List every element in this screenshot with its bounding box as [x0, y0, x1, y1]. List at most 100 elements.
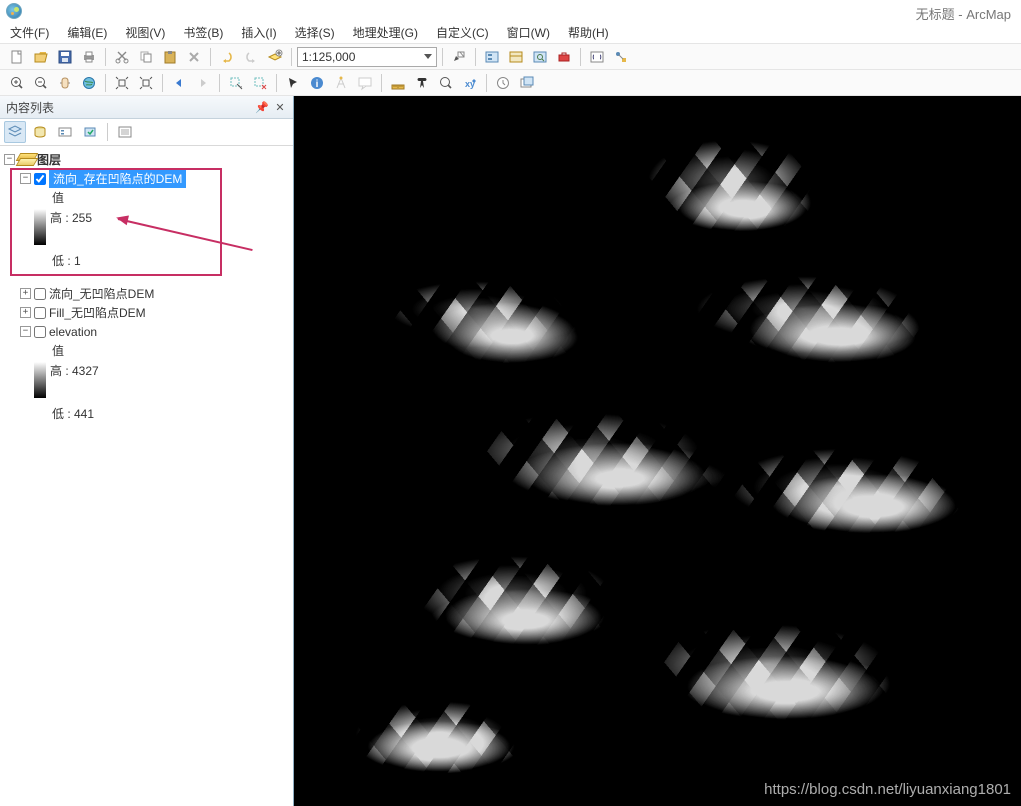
close-icon[interactable]: ✕: [273, 100, 287, 114]
menu-edit[interactable]: 编辑(E): [61, 22, 113, 43]
window-title: 无标题 - ArcMap: [916, 4, 1011, 23]
print-icon[interactable]: [78, 46, 100, 68]
collapse-icon[interactable]: −: [20, 326, 31, 337]
fixed-zoom-out-icon[interactable]: [135, 72, 157, 94]
layer-item[interactable]: − 流向_存在凹陷点的DEM: [4, 169, 289, 188]
titlebar: 无标题 - ArcMap: [0, 0, 1021, 22]
menu-selection[interactable]: 选择(S): [289, 22, 341, 43]
select-elements-icon[interactable]: [282, 72, 304, 94]
zoom-out-icon[interactable]: [30, 72, 52, 94]
pan-icon[interactable]: [54, 72, 76, 94]
toc-root[interactable]: − 图层: [4, 150, 289, 169]
list-by-selection-icon[interactable]: [79, 121, 101, 143]
toc-tools: [0, 119, 293, 146]
scale-value: 1:125,000: [302, 50, 355, 64]
python-window-icon[interactable]: [586, 46, 608, 68]
menu-view[interactable]: 视图(V): [119, 22, 171, 43]
delete-icon[interactable]: [183, 46, 205, 68]
toc-root-label: 图层: [37, 151, 61, 168]
redo-icon[interactable]: [240, 46, 262, 68]
layer-name[interactable]: Fill_无凹陷点DEM: [49, 304, 146, 321]
menu-bookmarks[interactable]: 书签(B): [177, 22, 229, 43]
app-icon: [6, 3, 22, 19]
legend-high: 高 : 4327: [50, 362, 99, 379]
toc-title: 内容列表: [6, 99, 54, 116]
clear-selection-icon[interactable]: [249, 72, 271, 94]
layer-item[interactable]: + Fill_无凹陷点DEM: [4, 303, 289, 322]
options-icon[interactable]: [114, 121, 136, 143]
undo-icon[interactable]: [216, 46, 238, 68]
color-ramp: [34, 362, 46, 398]
scale-dropdown[interactable]: 1:125,000: [297, 47, 437, 67]
identify-icon[interactable]: i: [306, 72, 328, 94]
pin-icon[interactable]: 📌: [255, 100, 269, 114]
find-icon[interactable]: [411, 72, 433, 94]
tools-toolbar: i xy: [0, 70, 1021, 96]
color-ramp: [34, 209, 46, 245]
standard-toolbar: 1:125,000: [0, 44, 1021, 70]
layer-name[interactable]: elevation: [49, 325, 97, 339]
menu-file[interactable]: 文件(F): [4, 22, 55, 43]
collapse-icon[interactable]: −: [20, 173, 31, 184]
toc-panel: 内容列表 📌 ✕ −: [0, 96, 294, 806]
legend-value-label: 值: [4, 341, 289, 360]
measure-icon[interactable]: [387, 72, 409, 94]
map-view[interactable]: https://blog.csdn.net/liyuanxiang1801: [294, 96, 1021, 806]
watermark: https://blog.csdn.net/liyuanxiang1801: [764, 781, 1011, 798]
model-builder-icon[interactable]: [610, 46, 632, 68]
layer-visibility-checkbox[interactable]: [34, 173, 46, 185]
list-by-drawing-order-icon[interactable]: [4, 121, 26, 143]
forward-extent-icon[interactable]: [192, 72, 214, 94]
add-data-icon[interactable]: [264, 46, 286, 68]
html-popup-icon[interactable]: [354, 72, 376, 94]
go-to-xy-icon[interactable]: xy: [459, 72, 481, 94]
layer-item[interactable]: + 流向_无凹陷点DEM: [4, 284, 289, 303]
search-window-icon[interactable]: [529, 46, 551, 68]
layer-visibility-checkbox[interactable]: [34, 326, 46, 338]
find-route-icon[interactable]: [435, 72, 457, 94]
table-of-contents-icon[interactable]: [481, 46, 503, 68]
paste-icon[interactable]: [159, 46, 181, 68]
expand-icon[interactable]: +: [20, 288, 31, 299]
create-viewer-icon[interactable]: [516, 72, 538, 94]
back-extent-icon[interactable]: [168, 72, 190, 94]
layer-name-selected[interactable]: 流向_存在凹陷点的DEM: [49, 169, 186, 188]
layer-name[interactable]: 流向_无凹陷点DEM: [49, 285, 154, 302]
legend-low: 低 : 1: [4, 251, 289, 270]
catalog-icon[interactable]: [505, 46, 527, 68]
chevron-down-icon: [424, 54, 432, 59]
full-extent-icon[interactable]: [78, 72, 100, 94]
layer-item[interactable]: − elevation: [4, 322, 289, 341]
zoom-in-icon[interactable]: [6, 72, 28, 94]
expand-icon[interactable]: +: [20, 307, 31, 318]
legend-value-label: 值: [4, 188, 289, 207]
legend-low: 低 : 441: [4, 404, 289, 423]
menu-window[interactable]: 窗口(W): [501, 22, 556, 43]
collapse-icon[interactable]: −: [4, 154, 15, 165]
arc-toolbox-icon[interactable]: [553, 46, 575, 68]
editor-toolbar-icon[interactable]: [448, 46, 470, 68]
layer-visibility-checkbox[interactable]: [34, 307, 46, 319]
cut-icon[interactable]: [111, 46, 133, 68]
list-by-source-icon[interactable]: [29, 121, 51, 143]
new-icon[interactable]: [6, 46, 28, 68]
menubar: 文件(F) 编辑(E) 视图(V) 书签(B) 插入(I) 选择(S) 地理处理…: [0, 22, 1021, 44]
toc-tree: − 图层 − 流向_存在凹陷点的DEM 值 高 : 255 低 : 1: [0, 146, 293, 806]
list-by-visibility-icon[interactable]: [54, 121, 76, 143]
menu-help[interactable]: 帮助(H): [562, 22, 615, 43]
menu-geoprocessing[interactable]: 地理处理(G): [347, 22, 424, 43]
fixed-zoom-in-icon[interactable]: [111, 72, 133, 94]
select-features-icon[interactable]: [225, 72, 247, 94]
legend-high: 高 : 255: [50, 209, 92, 226]
copy-icon[interactable]: [135, 46, 157, 68]
open-icon[interactable]: [30, 46, 52, 68]
layers-icon: [18, 155, 34, 165]
toc-header: 内容列表 📌 ✕: [0, 96, 293, 119]
time-slider-icon[interactable]: [492, 72, 514, 94]
menu-customize[interactable]: 自定义(C): [430, 22, 495, 43]
menu-insert[interactable]: 插入(I): [235, 22, 282, 43]
layer-visibility-checkbox[interactable]: [34, 288, 46, 300]
save-icon[interactable]: [54, 46, 76, 68]
svg-text:i: i: [316, 79, 319, 90]
hyperlink-icon[interactable]: [330, 72, 352, 94]
